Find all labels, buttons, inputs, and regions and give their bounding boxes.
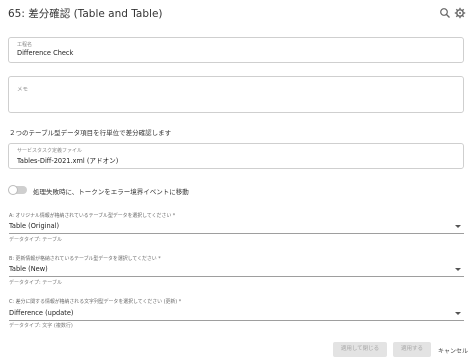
service-task-file-value: Tables-Diff-2021.xml (アドオン) xyxy=(17,157,119,165)
memo-field[interactable]: メモ xyxy=(8,76,464,113)
selector-a-value[interactable]: Table (Original) xyxy=(9,222,59,230)
gear-icon[interactable] xyxy=(454,7,466,19)
service-task-file-field[interactable]: サービスタスク定義ファイル Tables-Diff-2021.xml (アドオン… xyxy=(8,143,464,169)
service-task-file-label: サービスタスク定義ファイル xyxy=(17,148,83,154)
error-toggle[interactable] xyxy=(8,185,27,195)
chevron-down-icon[interactable] xyxy=(455,312,461,315)
selector-c-underline xyxy=(9,320,464,321)
step-name-value: Difference Check xyxy=(17,49,74,57)
apply-button[interactable]: 適用する xyxy=(393,342,431,357)
page-title: 65: 差分確認 (Table and Table) xyxy=(8,8,163,20)
step-name-label: 工程名 xyxy=(17,42,33,48)
selector-a-underline xyxy=(9,233,464,234)
chevron-down-icon[interactable] xyxy=(455,225,461,228)
cancel-button[interactable]: キャンセル xyxy=(438,346,468,355)
error-toggle-knob xyxy=(8,185,18,195)
selector-b-hint: データタイプ: テーブル xyxy=(9,280,62,286)
selector-c-label: C: 差分に関する情報が格納される文字列型データを選択してください (更新) * xyxy=(9,299,182,305)
search-icon[interactable] xyxy=(439,7,451,19)
selector-b-underline xyxy=(9,276,464,277)
memo-label: メモ xyxy=(17,87,29,93)
selector-a-label: A: オリジナル情報が格納されているテーブル型データを選択してください * xyxy=(9,213,176,219)
selector-a-hint: データタイプ: テーブル xyxy=(9,237,62,243)
selector-c-hint: データタイプ: 文字 (複数行) xyxy=(9,323,73,329)
dialog-header: 65: 差分確認 (Table and Table) xyxy=(0,0,474,28)
apply-and-close-button[interactable]: 適用して閉じる xyxy=(333,342,387,357)
step-name-field[interactable]: 工程名 Difference Check xyxy=(8,37,464,63)
description-text: ２つのテーブル型データ項目を行単位で差分確認します xyxy=(9,129,172,137)
selector-b-label: B: 更新情報が格納されているテーブル型データを選択してください * xyxy=(9,256,161,262)
selector-c-value[interactable]: Difference (update) xyxy=(9,309,73,317)
chevron-down-icon[interactable] xyxy=(455,268,461,271)
error-toggle-label: 処理失敗時に、トークンをエラー境界イベントに移動 xyxy=(33,188,189,196)
selector-b-value[interactable]: Table (New) xyxy=(9,265,48,273)
